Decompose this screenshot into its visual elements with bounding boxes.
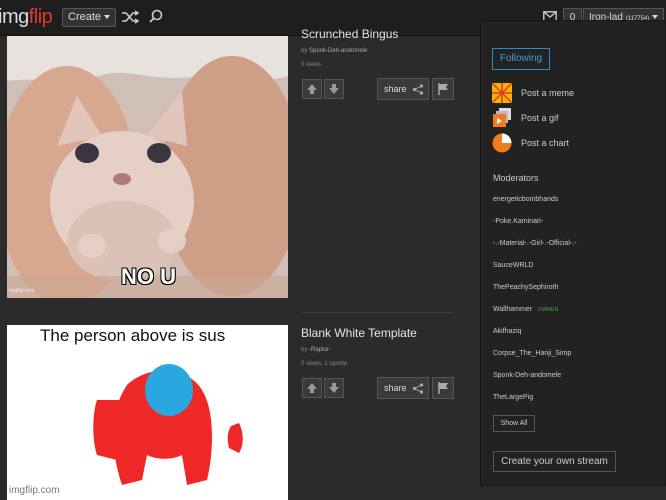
- pie-chart-icon: [492, 133, 512, 153]
- share-icon: [412, 383, 424, 394]
- arrow-down-icon: [329, 84, 339, 94]
- post-gif-link[interactable]: Post a gif: [492, 108, 559, 128]
- red-crewmate-drawing: [93, 364, 243, 485]
- moderator-link[interactable]: -.-Material-.-Girl-.-Official-.-: [493, 240, 576, 247]
- create-stream-button[interactable]: Create your own stream: [493, 451, 616, 472]
- meme-image-blank-white-template[interactable]: The person above is sus imgflip.com: [7, 325, 288, 500]
- moderator-link[interactable]: Akifhaziq: [493, 328, 521, 335]
- flag-icon: [438, 83, 448, 95]
- image-watermark: imgflip.com: [9, 288, 35, 294]
- meme-image-scrunched-bingus[interactable]: NO U imgflip.com: [7, 36, 288, 298]
- chevron-down-icon: [104, 15, 111, 20]
- arrow-down-icon: [329, 383, 339, 393]
- image-watermark: imgflip.com: [9, 485, 60, 496]
- moderators-heading: Moderators: [493, 173, 539, 183]
- owner-badge: OWNER: [538, 307, 559, 313]
- post-stats: 0 views, 1 upvote: [301, 361, 348, 367]
- gif-icon: [493, 108, 511, 127]
- upvote-button[interactable]: [302, 79, 322, 99]
- hairless-cat-image: [7, 36, 288, 298]
- imgflip-logo[interactable]: imgflip: [0, 6, 53, 29]
- meme-icon: [491, 82, 513, 104]
- post-stats: 0 views: [301, 62, 322, 68]
- meme-caption: The person above is sus: [40, 326, 226, 345]
- shuffle-icon[interactable]: [121, 9, 139, 25]
- moderator-link[interactable]: -Poke.Kaminari-: [493, 218, 543, 225]
- flag-button[interactable]: [432, 78, 454, 100]
- post-meme-link[interactable]: Post a meme: [491, 82, 574, 104]
- post-title-link[interactable]: Scrunched Bingus: [301, 27, 398, 41]
- show-all-button[interactable]: Show All: [493, 415, 535, 432]
- author-link[interactable]: Sponk-Deh-andomele: [309, 48, 367, 54]
- moderator-link[interactable]: TheLargePig: [493, 394, 533, 401]
- author-link[interactable]: -Raptor-: [309, 347, 331, 353]
- moderator-link[interactable]: Sponk-Deh-andomele: [493, 372, 561, 379]
- post-title-link[interactable]: Blank White Template: [301, 326, 417, 340]
- flag-button[interactable]: [432, 377, 454, 399]
- flag-icon: [438, 382, 448, 394]
- moderator-link[interactable]: Corpse_The_Hanji_Simp: [493, 350, 571, 357]
- arrow-up-icon: [307, 383, 317, 393]
- moderator-link[interactable]: Wallhammer: [493, 306, 532, 313]
- search-icon[interactable]: [148, 9, 164, 25]
- post-chart-link[interactable]: Post a chart: [492, 133, 569, 153]
- moderator-link[interactable]: SauceWRLD: [493, 262, 533, 269]
- moderator-owner-row: Wallhammer OWNER: [493, 306, 559, 313]
- moderator-link[interactable]: ThePeachySephiroth: [493, 284, 558, 291]
- post-divider: [301, 312, 454, 313]
- share-button[interactable]: share: [377, 78, 429, 100]
- share-button[interactable]: share: [377, 377, 429, 399]
- chevron-down-icon: [652, 15, 659, 20]
- upvote-button[interactable]: [302, 378, 322, 398]
- post-author: by Sponk-Deh-andomele: [301, 48, 368, 54]
- post-author: by -Raptor-: [301, 347, 332, 353]
- arrow-up-icon: [307, 84, 317, 94]
- downvote-button[interactable]: [324, 79, 344, 99]
- following-button[interactable]: Following: [492, 48, 550, 70]
- downvote-button[interactable]: [324, 378, 344, 398]
- meme-caption: NO U: [121, 264, 176, 289]
- share-icon: [412, 84, 424, 95]
- create-dropdown-button[interactable]: Create: [62, 8, 117, 27]
- moderator-link[interactable]: energeticbombhands: [493, 196, 558, 203]
